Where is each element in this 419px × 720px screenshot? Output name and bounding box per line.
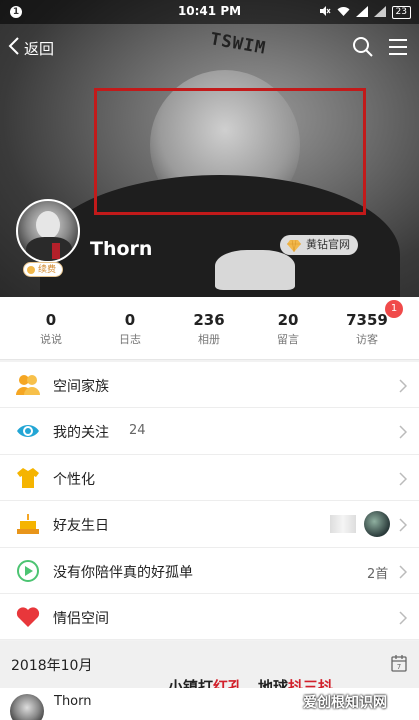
heart-icon — [16, 606, 40, 628]
shirt-icon — [16, 467, 40, 489]
menu-item-personalize[interactable]: 个性化 — [0, 455, 419, 502]
menu-label: 空间家族 — [53, 379, 109, 395]
signal-icon — [373, 5, 386, 20]
feature-menu: 空间家族 我的关注 24 个性化 好友生日 没有你陪伴真的好孤单 2首 情侣空间 — [0, 362, 419, 641]
stat-blog[interactable]: 0 日志 — [90, 311, 170, 347]
menu-item-birthdays[interactable]: 好友生日 — [0, 501, 419, 548]
menu-item-music[interactable]: 没有你陪伴真的好孤单 2首 — [0, 548, 419, 594]
stat-label: 留言 — [277, 333, 299, 346]
menu-item-family[interactable]: 空间家族 — [0, 362, 419, 409]
cover-hands-shape — [215, 250, 295, 290]
post-avatar[interactable] — [10, 694, 44, 720]
profile-name: Thorn — [90, 238, 153, 260]
search-icon[interactable] — [352, 36, 374, 62]
friend-avatar — [364, 511, 390, 538]
mute-icon — [319, 5, 331, 20]
menu-label: 个性化 — [53, 471, 95, 488]
vip-official-badge[interactable]: 黄钻官网 — [280, 235, 358, 255]
chevron-right-icon — [399, 564, 408, 583]
chevron-left-icon — [8, 36, 20, 60]
stat-messages[interactable]: 20 留言 — [248, 311, 328, 347]
hamburger-menu-icon[interactable] — [388, 38, 408, 60]
song-count: 2首 — [367, 566, 389, 582]
avatar-tie — [52, 243, 60, 259]
vip-coin-icon — [27, 266, 35, 274]
stat-label: 日志 — [119, 333, 141, 346]
back-label: 返回 — [24, 39, 55, 58]
menu-label: 情侣空间 — [53, 610, 109, 627]
signal-icon — [355, 5, 368, 20]
stat-value: 0 — [45, 311, 57, 329]
stat-shuoshuo[interactable]: 0 说说 — [11, 311, 91, 347]
nav-bar: 返回 — [0, 24, 419, 72]
stat-label: 相册 — [198, 333, 220, 346]
wifi-icon — [337, 6, 350, 20]
stats-bar: 0 说说 0 日志 236 相册 20 留言 7359 访客 — [0, 297, 419, 360]
avatar-suit — [26, 237, 72, 261]
chevron-right-icon — [399, 517, 408, 536]
menu-label: 没有你陪伴真的好孤单 — [53, 564, 193, 581]
renew-label: 续费 — [38, 265, 57, 275]
chevron-right-icon — [399, 378, 408, 397]
family-icon — [16, 374, 40, 396]
stat-album[interactable]: 236 相册 — [169, 311, 249, 347]
vip-badge-label: 黄钻官网 — [306, 238, 350, 251]
svg-text:7: 7 — [397, 663, 401, 671]
cake-icon — [16, 513, 40, 535]
visitor-count-badge: 1 — [385, 300, 403, 318]
menu-label: 我的关注 — [53, 425, 109, 442]
stat-label: 访客 — [356, 333, 378, 346]
menu-item-following[interactable]: 我的关注 24 — [0, 408, 419, 455]
chevron-right-icon — [399, 471, 408, 490]
avatar-face — [36, 211, 60, 239]
watermark-site: 爱创根知识网 — [303, 695, 387, 711]
eye-icon — [16, 420, 40, 442]
renew-button[interactable]: 续费 — [23, 262, 64, 277]
battery-icon: 23 — [391, 6, 411, 19]
friend-avatar-blur — [330, 515, 356, 534]
avatar[interactable] — [16, 199, 80, 263]
menu-item-couple-space[interactable]: 情侣空间 — [0, 594, 419, 641]
stat-label: 说说 — [40, 333, 62, 346]
menu-label: 好友生日 — [53, 518, 109, 535]
diamond-icon — [287, 239, 301, 259]
stat-value: 20 — [277, 311, 299, 329]
chevron-right-icon — [399, 610, 408, 629]
play-icon — [16, 559, 40, 582]
highlight-box — [94, 88, 366, 215]
chevron-right-icon — [399, 424, 408, 443]
following-count: 24 — [129, 423, 146, 439]
stat-value: 236 — [193, 311, 225, 329]
back-button[interactable]: 返回 — [8, 36, 54, 60]
status-bar: 1 10:41 PM 23 — [0, 0, 419, 24]
calendar-icon[interactable]: 7 — [391, 654, 407, 676]
stat-value: 0 — [124, 311, 136, 329]
timeline-date: 2018年10月 — [11, 658, 93, 674]
post-author: Thorn — [54, 694, 92, 709]
